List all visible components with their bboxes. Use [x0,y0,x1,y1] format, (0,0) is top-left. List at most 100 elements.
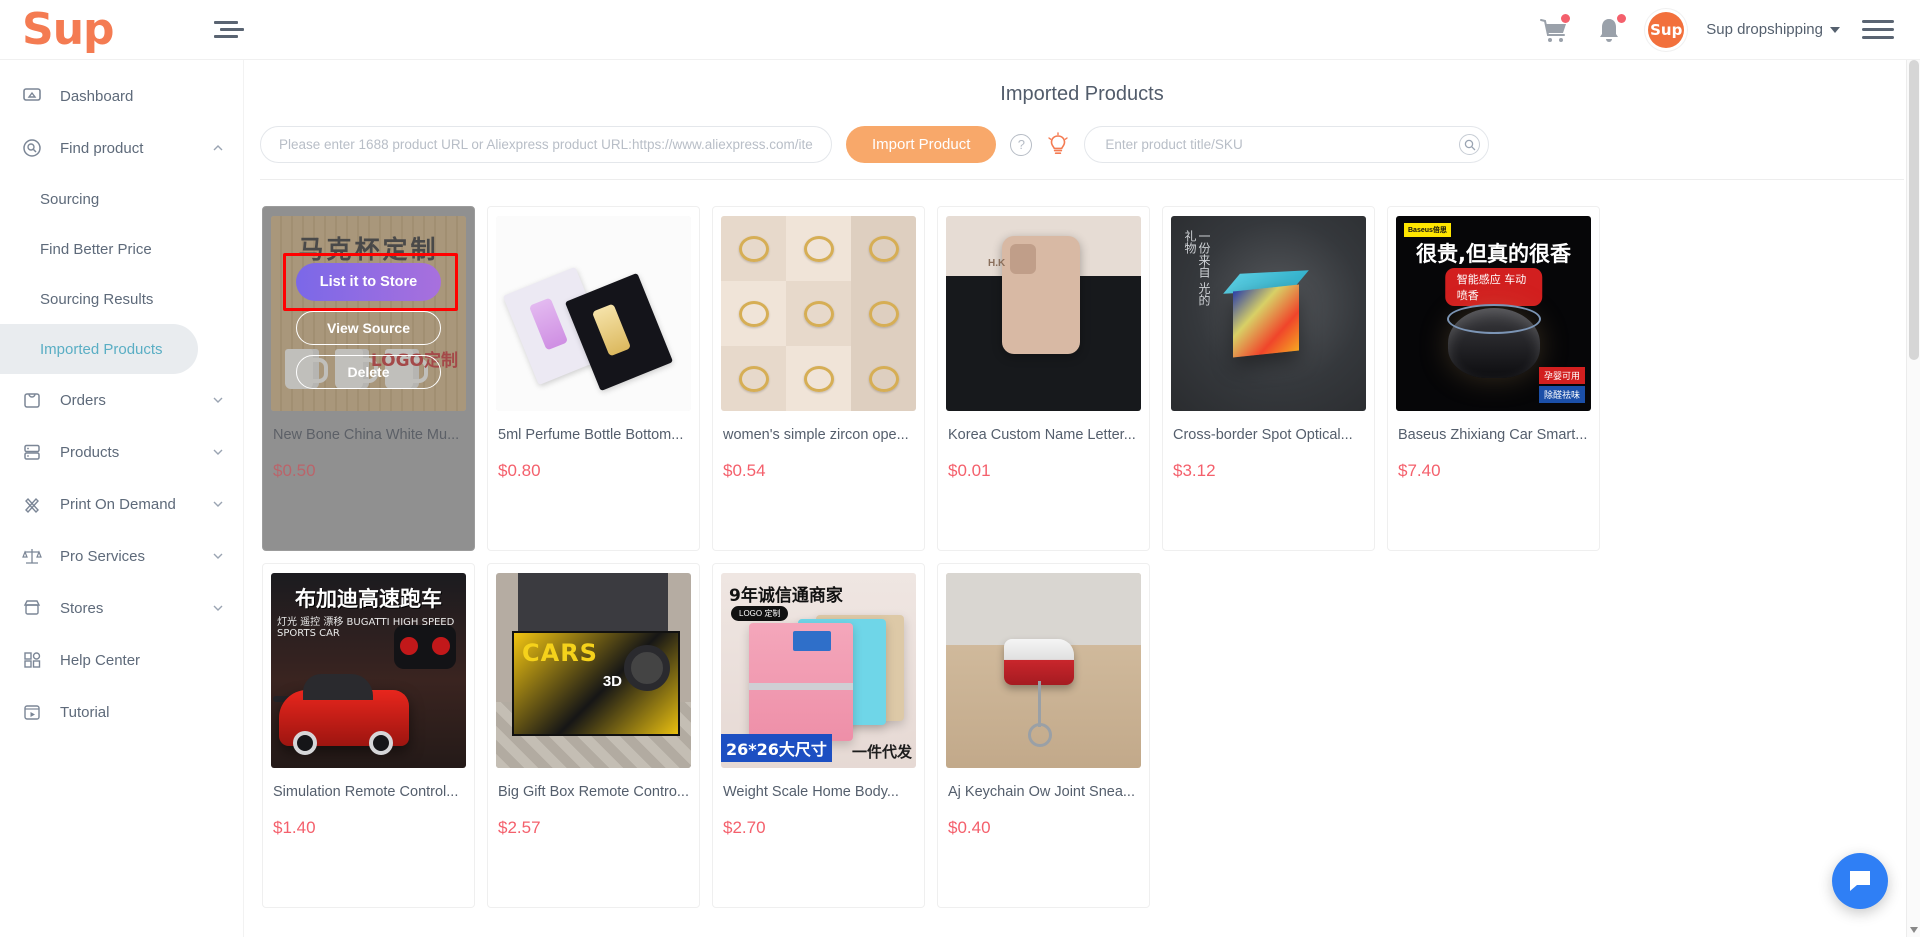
view-source-button[interactable]: View Source [296,311,441,345]
sidebar-item-find-product[interactable]: Find product [0,122,243,174]
scrollbar-thumb[interactable] [1909,60,1919,360]
hamburger-line-1 [1862,20,1894,23]
image-monogram-text: H.K [988,258,1006,269]
product-card[interactable]: 马克杯定制 LOGO定制 New Bone China White Mu... … [262,206,475,551]
sidebar-subitem-label: Imported Products [40,340,163,358]
product-card[interactable]: 布加迪高速跑车 灯光 遥控 漂移 BUGATTI HIGH SPEED SPOR… [262,563,475,908]
avatar[interactable]: Sup [1648,11,1685,48]
toolbar: Import Product ? [244,126,1920,163]
sidebar-subitem-imported-products[interactable]: Imported Products [0,324,198,374]
search-input[interactable] [1084,126,1490,163]
collapse-line-3 [213,35,238,38]
image-logo-text: LOGO 定制 [731,606,789,621]
product-thumbnail: Baseus倍思 很贵,但真的很香 智能感应 车动喷香 孕婴可用 除醛祛味 [1396,216,1591,411]
sidebar-item-label: Print On Demand [60,495,176,513]
collapse-line-2 [219,28,244,31]
page-scrollbar[interactable] [1906,60,1920,937]
chevron-down-icon[interactable] [211,497,225,511]
hamburger-line-3 [1862,36,1894,39]
sidebar-item-stores[interactable]: Stores [0,582,243,634]
import-product-button[interactable]: Import Product [846,126,997,163]
product-card[interactable]: women's simple zircon ope... $0.54 [712,206,925,551]
chat-glyph [1850,871,1870,891]
products-stack-icon [22,442,48,462]
image-badge-1: 孕婴可用 [1538,367,1585,384]
product-card[interactable]: H.K Korea Custom Name Letter... $0.01 [937,206,1150,551]
shopping-cart-icon[interactable] [1536,13,1571,47]
image-headline-text: 布加迪高速跑车 [295,587,442,611]
search-circle-icon [22,138,48,158]
sidebar-subitem-sourcing-results[interactable]: Sourcing Results [0,274,243,324]
chevron-down-icon [1830,26,1840,33]
product-image-weight-scale: 9年诚信通商家 LOGO 定制 26*26大尺寸 一件代发 [721,573,916,768]
chevron-down-icon[interactable] [211,549,225,563]
sidebar-item-products[interactable]: Products [0,426,243,478]
hamburger-line-2 [1862,28,1894,31]
chevron-down-icon[interactable] [211,601,225,615]
chevron-up-icon[interactable] [211,141,225,155]
sidebar-item-help-center[interactable]: Help Center [0,634,243,686]
image-brand-text: CARS [522,639,598,667]
hamburger-menu-icon[interactable] [1862,20,1894,39]
product-title: Weight Scale Home Body... [723,784,899,800]
product-card[interactable]: 9年诚信通商家 LOGO 定制 26*26大尺寸 一件代发 Weight Sca… [712,563,925,908]
product-grid: 马克杯定制 LOGO定制 New Bone China White Mu... … [244,180,1920,908]
product-price: $0.01 [948,461,991,480]
account-menu[interactable]: Sup dropshipping [1706,21,1840,38]
sidebar-item-orders[interactable]: Orders [0,374,243,426]
sidebar-item-label: Find product [60,139,144,157]
product-price: $1.40 [273,818,316,837]
scroll-down-arrow-icon[interactable] [1910,927,1918,933]
product-price: $7.40 [1398,461,1441,480]
product-url-input[interactable] [260,126,832,163]
product-card[interactable]: Aj Keychain Ow Joint Snea... $0.40 [937,563,1150,908]
product-card[interactable]: 5ml Perfume Bottle Bottom... $0.80 [487,206,700,551]
dashboard-icon [22,86,48,106]
image-overlay-text: 一份来自 光的礼物 [1183,230,1211,306]
product-thumbnail [946,573,1141,768]
sidebar-subitem-sourcing[interactable]: Sourcing [0,174,243,224]
collapse-line-1 [213,21,238,24]
product-card[interactable]: 一份来自 光的礼物 Cross-border Spot Optical... $… [1162,206,1375,551]
header-actions: Sup Sup dropshipping [1536,11,1894,48]
sidebar-item-pro-services[interactable]: Pro Services [0,530,243,582]
scales-icon [22,546,48,566]
sidebar-item-print-on-demand[interactable]: Print On Demand [0,478,243,530]
image-badge-text: 3D [602,673,622,690]
product-price: $0.40 [948,818,991,837]
product-thumbnail: 一份来自 光的礼物 [1171,216,1366,411]
product-card[interactable]: Baseus倍思 很贵,但真的很香 智能感应 车动喷香 孕婴可用 除醛祛味 Ba… [1387,206,1600,551]
product-price: $3.12 [1173,461,1216,480]
chat-bubble-icon[interactable] [1832,853,1888,909]
product-image-optical-cube: 一份来自 光的礼物 [1171,216,1366,411]
product-image-korea-necklace: H.K [946,216,1141,411]
sidebar-subitem-label: Find Better Price [40,240,152,258]
collapse-sidebar-icon[interactable] [213,16,244,44]
product-price: $2.57 [498,818,541,837]
notification-bell-icon[interactable] [1592,13,1627,47]
product-search-wrapper [1084,126,1490,163]
top-header-bar: Sup Sup Sup dropshipping [0,0,1920,60]
product-title: women's simple zircon ope... [723,427,909,443]
app-logo[interactable]: Sup [22,7,115,52]
sidebar-item-dashboard[interactable]: Dashboard [0,70,243,122]
image-badge-2: 一件代发 [851,743,912,761]
chevron-down-icon[interactable] [211,393,225,407]
lightbulb-idea-icon[interactable] [1046,131,1070,158]
chevron-down-icon[interactable] [211,445,225,459]
list-it-to-store-button[interactable]: List it to Store [296,263,441,301]
video-tutorial-icon [22,702,48,722]
product-title: Baseus Zhixiang Car Smart... [1398,427,1588,443]
sidebar-item-label: Orders [60,391,106,409]
delete-button[interactable]: Delete [296,355,441,389]
print-on-demand-icon [22,494,48,514]
product-image-perfume [496,216,691,411]
question-mark-icon[interactable]: ? [1010,133,1033,156]
sidebar-subitem-find-better-price[interactable]: Find Better Price [0,224,243,274]
sidebar-item-label: Tutorial [60,703,110,721]
sidebar-item-label: Stores [60,599,104,617]
product-thumbnail [721,216,916,411]
product-card[interactable]: CARS 3D Big Gift Box Remote Contro... $2… [487,563,700,908]
storefront-icon [22,598,48,618]
sidebar-item-tutorial[interactable]: Tutorial [0,686,243,738]
